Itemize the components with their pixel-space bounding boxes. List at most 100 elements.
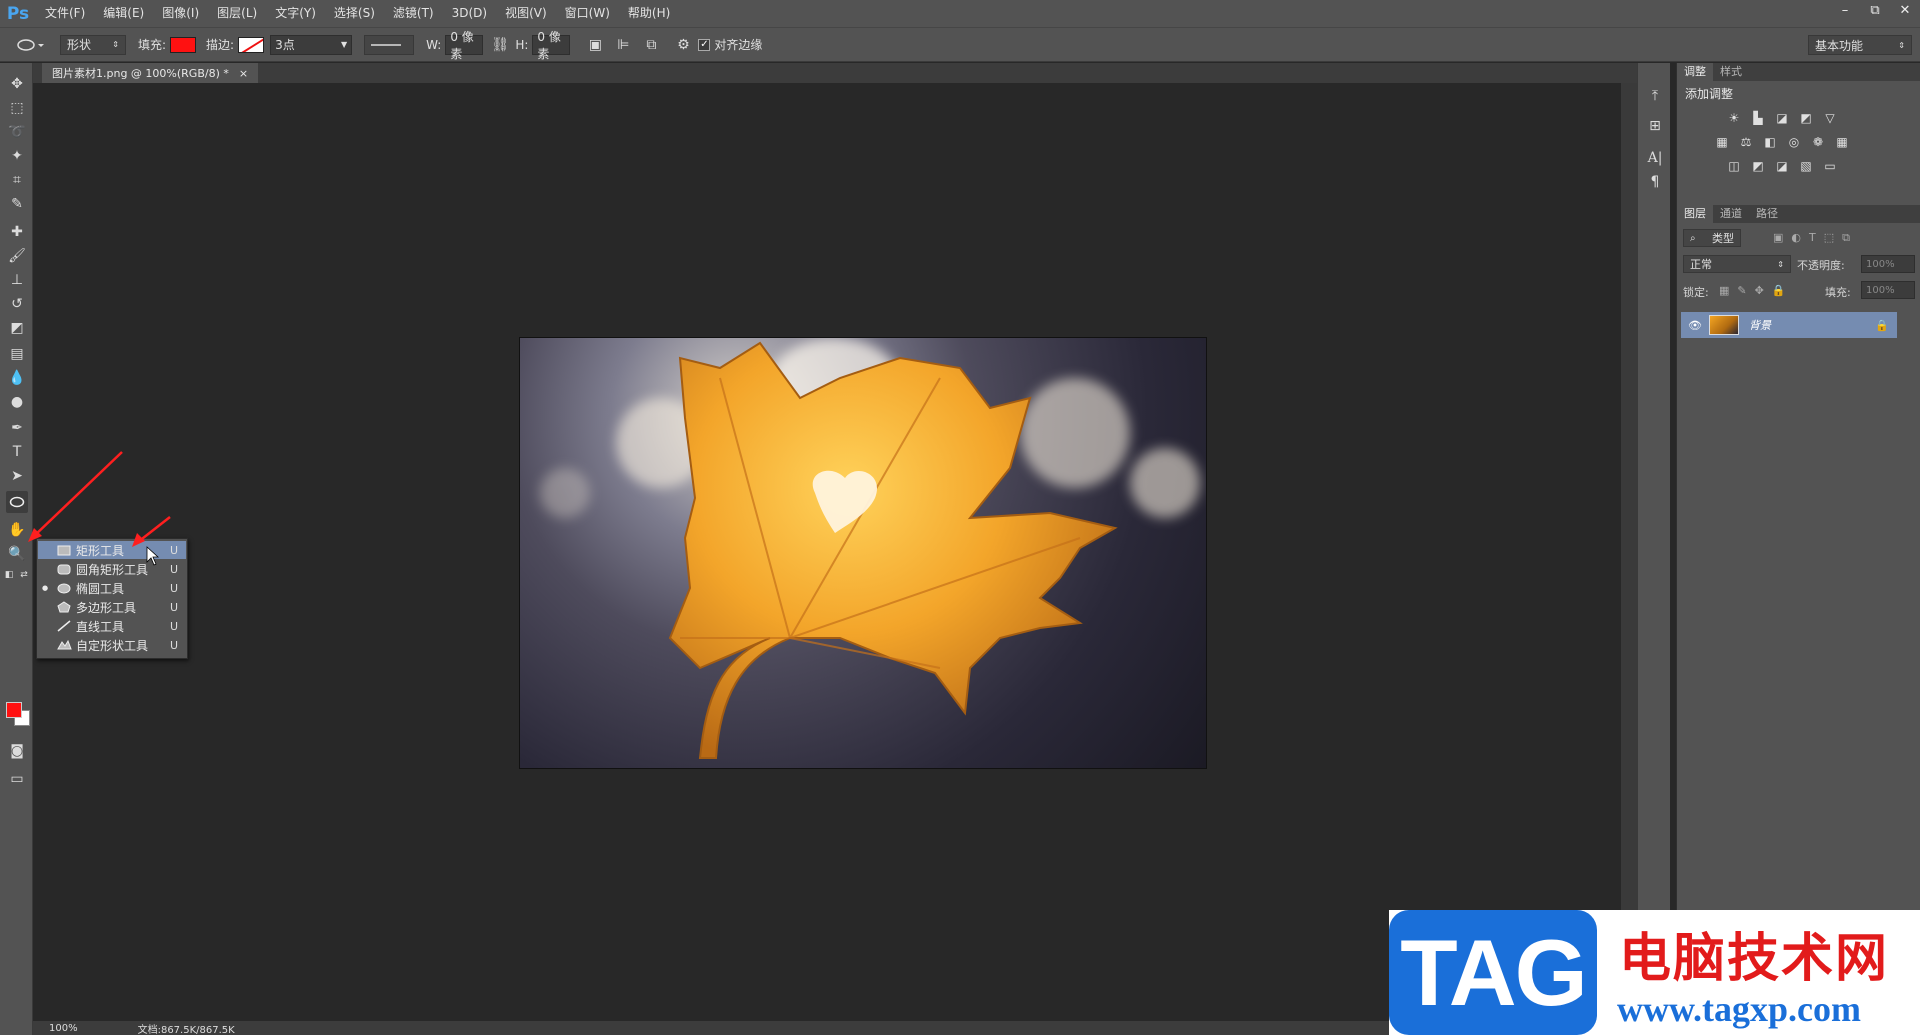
path-arrangement-icon[interactable]: ⧉ — [640, 34, 662, 56]
exposure-icon[interactable]: ◩ — [1797, 110, 1815, 126]
document-tab[interactable]: 图片素材1.png @ 100%(RGB/8) * × — [42, 63, 259, 83]
stamp-tool-icon[interactable]: ⊥ — [6, 269, 28, 291]
crop-tool-icon[interactable]: ⌗ — [6, 169, 28, 191]
eyedropper-tool-icon[interactable]: ✎ — [6, 193, 28, 215]
line-tool-item[interactable]: 直线工具 U — [38, 617, 186, 635]
default-colors-icon[interactable]: ◧ — [2, 569, 16, 581]
canvas-scrollbar[interactable] — [1621, 83, 1637, 1023]
ellipse-tool-item[interactable]: ● 椭圆工具 U — [38, 579, 186, 597]
foreground-color-swatch[interactable] — [6, 702, 22, 718]
hand-tool-icon[interactable]: ✋ — [6, 519, 28, 541]
lasso-tool-icon[interactable]: ➰ — [6, 121, 28, 143]
color-balance-icon[interactable]: ⚖ — [1737, 134, 1755, 150]
tool-mode-select[interactable]: 形状 ⇕ — [60, 34, 126, 55]
lock-transparency-icon[interactable]: ▦ — [1719, 284, 1729, 297]
canvas-area[interactable] — [33, 83, 1633, 1023]
pen-tool-icon[interactable]: ✒ — [6, 417, 28, 439]
menu-file[interactable]: 文件(F) — [36, 0, 94, 27]
menu-3d[interactable]: 3D(D) — [443, 0, 496, 27]
menu-select[interactable]: 选择(S) — [325, 0, 384, 27]
restore-button[interactable]: ⧉ — [1860, 0, 1890, 20]
channel-mixer-icon[interactable]: ❁ — [1809, 134, 1827, 150]
marquee-tool-icon[interactable]: ⬚ — [6, 97, 28, 119]
color-lookup-icon[interactable]: ▦ — [1833, 134, 1851, 150]
move-tool-icon[interactable]: ✥ — [6, 73, 28, 95]
workspace-select[interactable]: 基本功能 ⇕ — [1808, 35, 1912, 55]
type-filter-icon[interactable]: T — [1809, 231, 1816, 245]
tab-styles[interactable]: 样式 — [1713, 63, 1749, 81]
width-input[interactable]: 0 像素 — [445, 30, 484, 61]
pixel-filter-icon[interactable]: ▣ — [1773, 231, 1783, 245]
stroke-swatch[interactable] — [238, 36, 265, 53]
zoom-tool-icon[interactable]: 🔍 — [6, 543, 28, 565]
gradient-map-icon[interactable]: ▭ — [1821, 158, 1839, 174]
ellipse-tool-icon[interactable] — [6, 491, 28, 513]
character-panel-icon[interactable]: A| — [1644, 147, 1666, 169]
menu-type[interactable]: 文字(Y) — [266, 0, 325, 27]
close-tab-icon[interactable]: × — [239, 67, 248, 80]
menu-help[interactable]: 帮助(H) — [619, 0, 679, 27]
smart-object-filter-icon[interactable]: ⧉ — [1842, 231, 1850, 245]
history-brush-tool-icon[interactable]: ↺ — [6, 293, 28, 315]
lock-all-icon[interactable]: 🔒 — [1772, 284, 1786, 297]
black-white-icon[interactable]: ◧ — [1761, 134, 1779, 150]
rectangle-tool-item[interactable]: 矩形工具 U — [38, 541, 186, 559]
photo-filter-icon[interactable]: ◎ — [1785, 134, 1803, 150]
levels-icon[interactable]: ▙ — [1749, 110, 1767, 126]
brush-tool-icon[interactable]: 🖌 — [6, 245, 28, 267]
align-edges-checkbox[interactable]: ✓ — [698, 38, 711, 51]
swap-colors-icon[interactable]: ⇄ — [18, 569, 30, 581]
blur-tool-icon[interactable]: 💧 — [6, 367, 28, 389]
brightness-icon[interactable]: ☀ — [1725, 110, 1743, 126]
leaf-photo[interactable] — [519, 337, 1207, 769]
posterize-icon[interactable]: ◩ — [1749, 158, 1767, 174]
fill-swatch[interactable] — [170, 36, 197, 53]
stroke-type-select[interactable] — [364, 34, 415, 55]
selective-color-icon[interactable]: ▧ — [1797, 158, 1815, 174]
menu-image[interactable]: 图像(I) — [153, 0, 208, 27]
eraser-tool-icon[interactable]: ◩ — [6, 317, 28, 339]
menu-filter[interactable]: 滤镜(T) — [384, 0, 443, 27]
adjustment-filter-icon[interactable]: ◐ — [1791, 231, 1801, 245]
eye-icon[interactable]: 👁 — [1685, 319, 1705, 332]
custom-shape-tool-item[interactable]: 自定形状工具 U — [38, 636, 186, 654]
stroke-width-input[interactable]: 3点 ▼ — [270, 34, 353, 55]
opacity-input[interactable]: 100% — [1861, 255, 1915, 273]
menu-window[interactable]: 窗口(W) — [556, 0, 619, 27]
tab-channels[interactable]: 通道 — [1713, 205, 1749, 223]
quick-mask-icon[interactable]: ◙ — [6, 740, 28, 762]
gradient-tool-icon[interactable]: ▤ — [6, 343, 28, 365]
vibrance-icon[interactable]: ▽ — [1821, 110, 1839, 126]
layer-filter-select[interactable]: ⌕ 类型 — [1683, 229, 1741, 247]
threshold-icon[interactable]: ◪ — [1773, 158, 1791, 174]
screen-mode-icon[interactable]: ▭ — [6, 768, 28, 790]
zoom-level[interactable]: 100% — [49, 1023, 78, 1034]
tab-layers[interactable]: 图层 — [1677, 205, 1713, 223]
blend-mode-select[interactable]: 正常 ⇕ — [1683, 255, 1791, 273]
fill-input[interactable]: 100% — [1861, 281, 1915, 299]
magic-wand-tool-icon[interactable]: ✦ — [6, 145, 28, 167]
gear-icon[interactable]: ⚙ — [672, 34, 694, 56]
tool-preset-picker[interactable] — [16, 37, 46, 53]
invert-icon[interactable]: ◫ — [1725, 158, 1743, 174]
menu-layer[interactable]: 图层(L) — [208, 0, 266, 27]
path-alignment-icon[interactable]: ⊫ — [612, 34, 634, 56]
dodge-tool-icon[interactable]: ● — [6, 391, 28, 413]
properties-panel-icon[interactable]: ⊞ — [1644, 115, 1666, 137]
path-selection-tool-icon[interactable]: ➤ — [6, 465, 28, 487]
layer-row-background[interactable]: 👁 背景 🔒 — [1681, 312, 1897, 338]
shape-filter-icon[interactable]: ⬚ — [1824, 231, 1834, 245]
menu-view[interactable]: 视图(V) — [496, 0, 556, 27]
menu-edit[interactable]: 编辑(E) — [94, 0, 153, 27]
tab-paths[interactable]: 路径 — [1749, 205, 1785, 223]
history-panel-icon[interactable]: ⤒ — [1644, 85, 1666, 107]
height-input[interactable]: 0 像素 — [532, 30, 571, 61]
path-operations-icon[interactable]: ▣ — [584, 34, 606, 56]
polygon-tool-item[interactable]: 多边形工具 U — [38, 598, 186, 616]
lock-position-icon[interactable]: ✥ — [1755, 284, 1764, 297]
link-icon[interactable]: ⛓ — [489, 34, 511, 56]
paragraph-panel-icon[interactable]: ¶ — [1644, 171, 1666, 193]
type-tool-icon[interactable]: T — [6, 441, 28, 463]
close-button[interactable]: ✕ — [1890, 0, 1920, 20]
healing-brush-tool-icon[interactable]: ✚ — [6, 221, 28, 243]
